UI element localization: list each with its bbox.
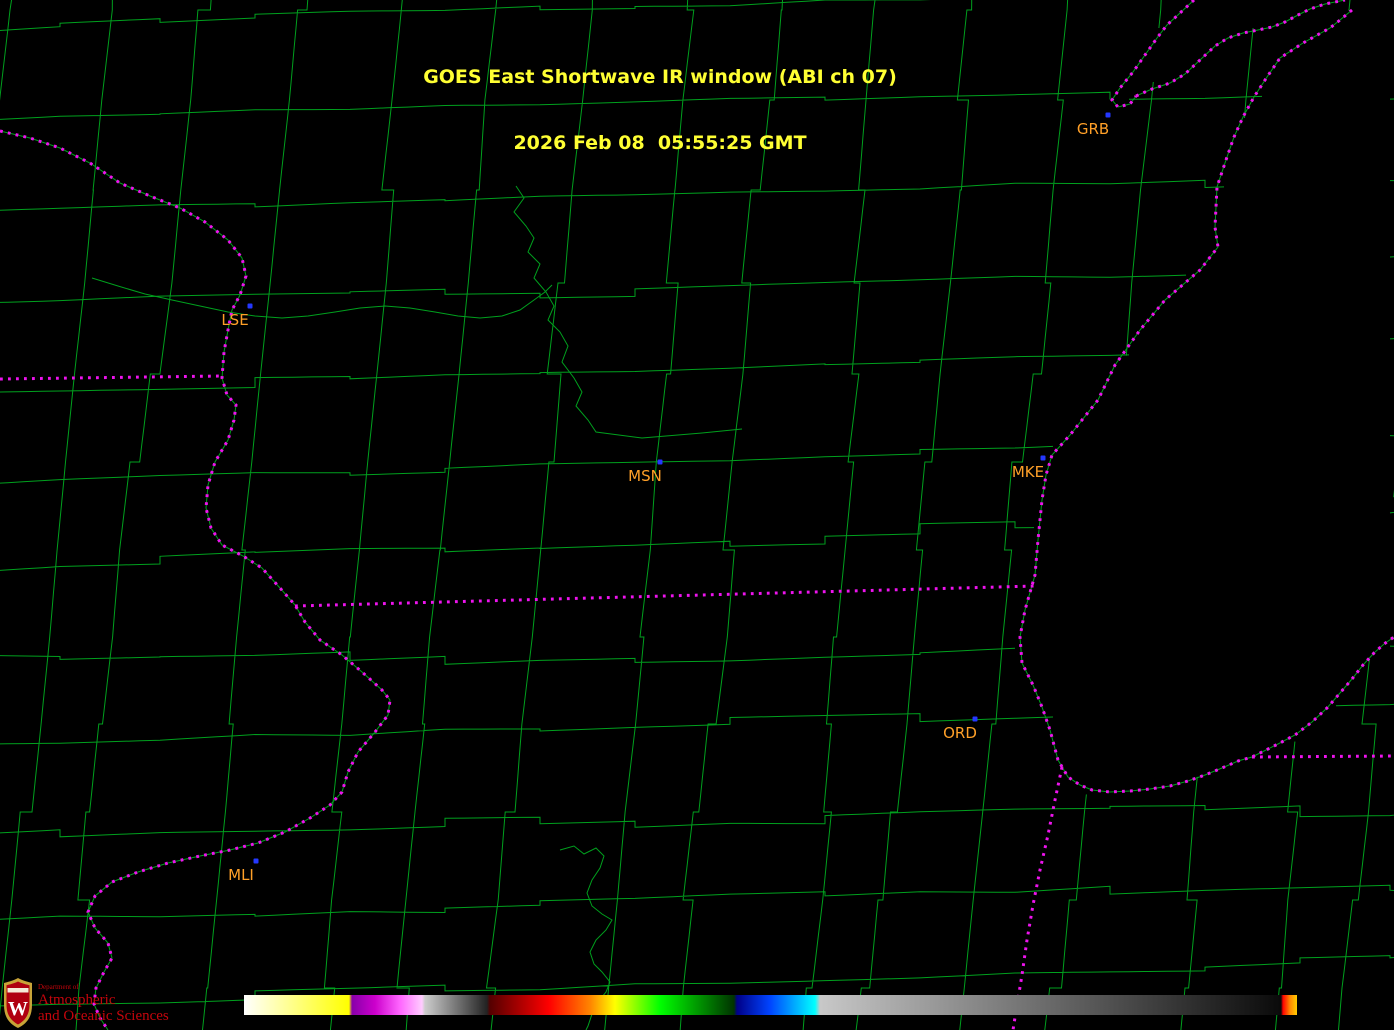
crest-letter: W bbox=[8, 998, 28, 1020]
title-line-2: 2026 Feb 08 05:55:25 GMT bbox=[0, 132, 1320, 154]
city-dot-lse bbox=[248, 304, 253, 309]
illinois-indiana-border-dotted bbox=[1013, 767, 1062, 1030]
logo-line-2: and Oceanic Sciences bbox=[38, 1008, 169, 1024]
city-dot-mli bbox=[254, 859, 259, 864]
satellite-image-viewport: LSEGRBMSNMKEORDMLI GOES East Shortwave I… bbox=[0, 0, 1394, 1030]
city-dot-msn bbox=[658, 460, 663, 465]
city-label-lse: LSE bbox=[221, 311, 248, 329]
mississippi-river-dotted bbox=[0, 131, 390, 1030]
logo-dept-text: Department of bbox=[38, 983, 169, 992]
title-line-1: GOES East Shortwave IR window (ABI ch 07… bbox=[0, 66, 1320, 88]
indiana-michigan-border-dotted bbox=[1252, 756, 1394, 757]
uw-crest-icon: W bbox=[3, 977, 33, 1029]
mississippi-river-bank bbox=[0, 131, 390, 1030]
city-label-mke: MKE bbox=[1012, 463, 1044, 481]
crest-band bbox=[8, 988, 29, 993]
logo-line-1: Atmospheric bbox=[38, 992, 169, 1008]
image-title: GOES East Shortwave IR window (ABI ch 07… bbox=[0, 22, 1320, 198]
city-dot-mke bbox=[1041, 456, 1046, 461]
wisconsin-river bbox=[514, 186, 742, 438]
city-label-msn: MSN bbox=[628, 467, 662, 485]
uw-aos-logo: W Department of Atmospheric and Oceanic … bbox=[3, 977, 169, 1029]
minnesota-iowa-border-dotted bbox=[0, 376, 222, 379]
temperature-colorbar bbox=[244, 995, 1297, 1015]
western-river bbox=[92, 278, 552, 318]
city-label-ord: ORD bbox=[943, 724, 977, 742]
city-label-mli: MLI bbox=[228, 866, 254, 884]
city-dot-ord bbox=[973, 717, 978, 722]
wisconsin-illinois-border-dotted bbox=[295, 586, 1035, 606]
